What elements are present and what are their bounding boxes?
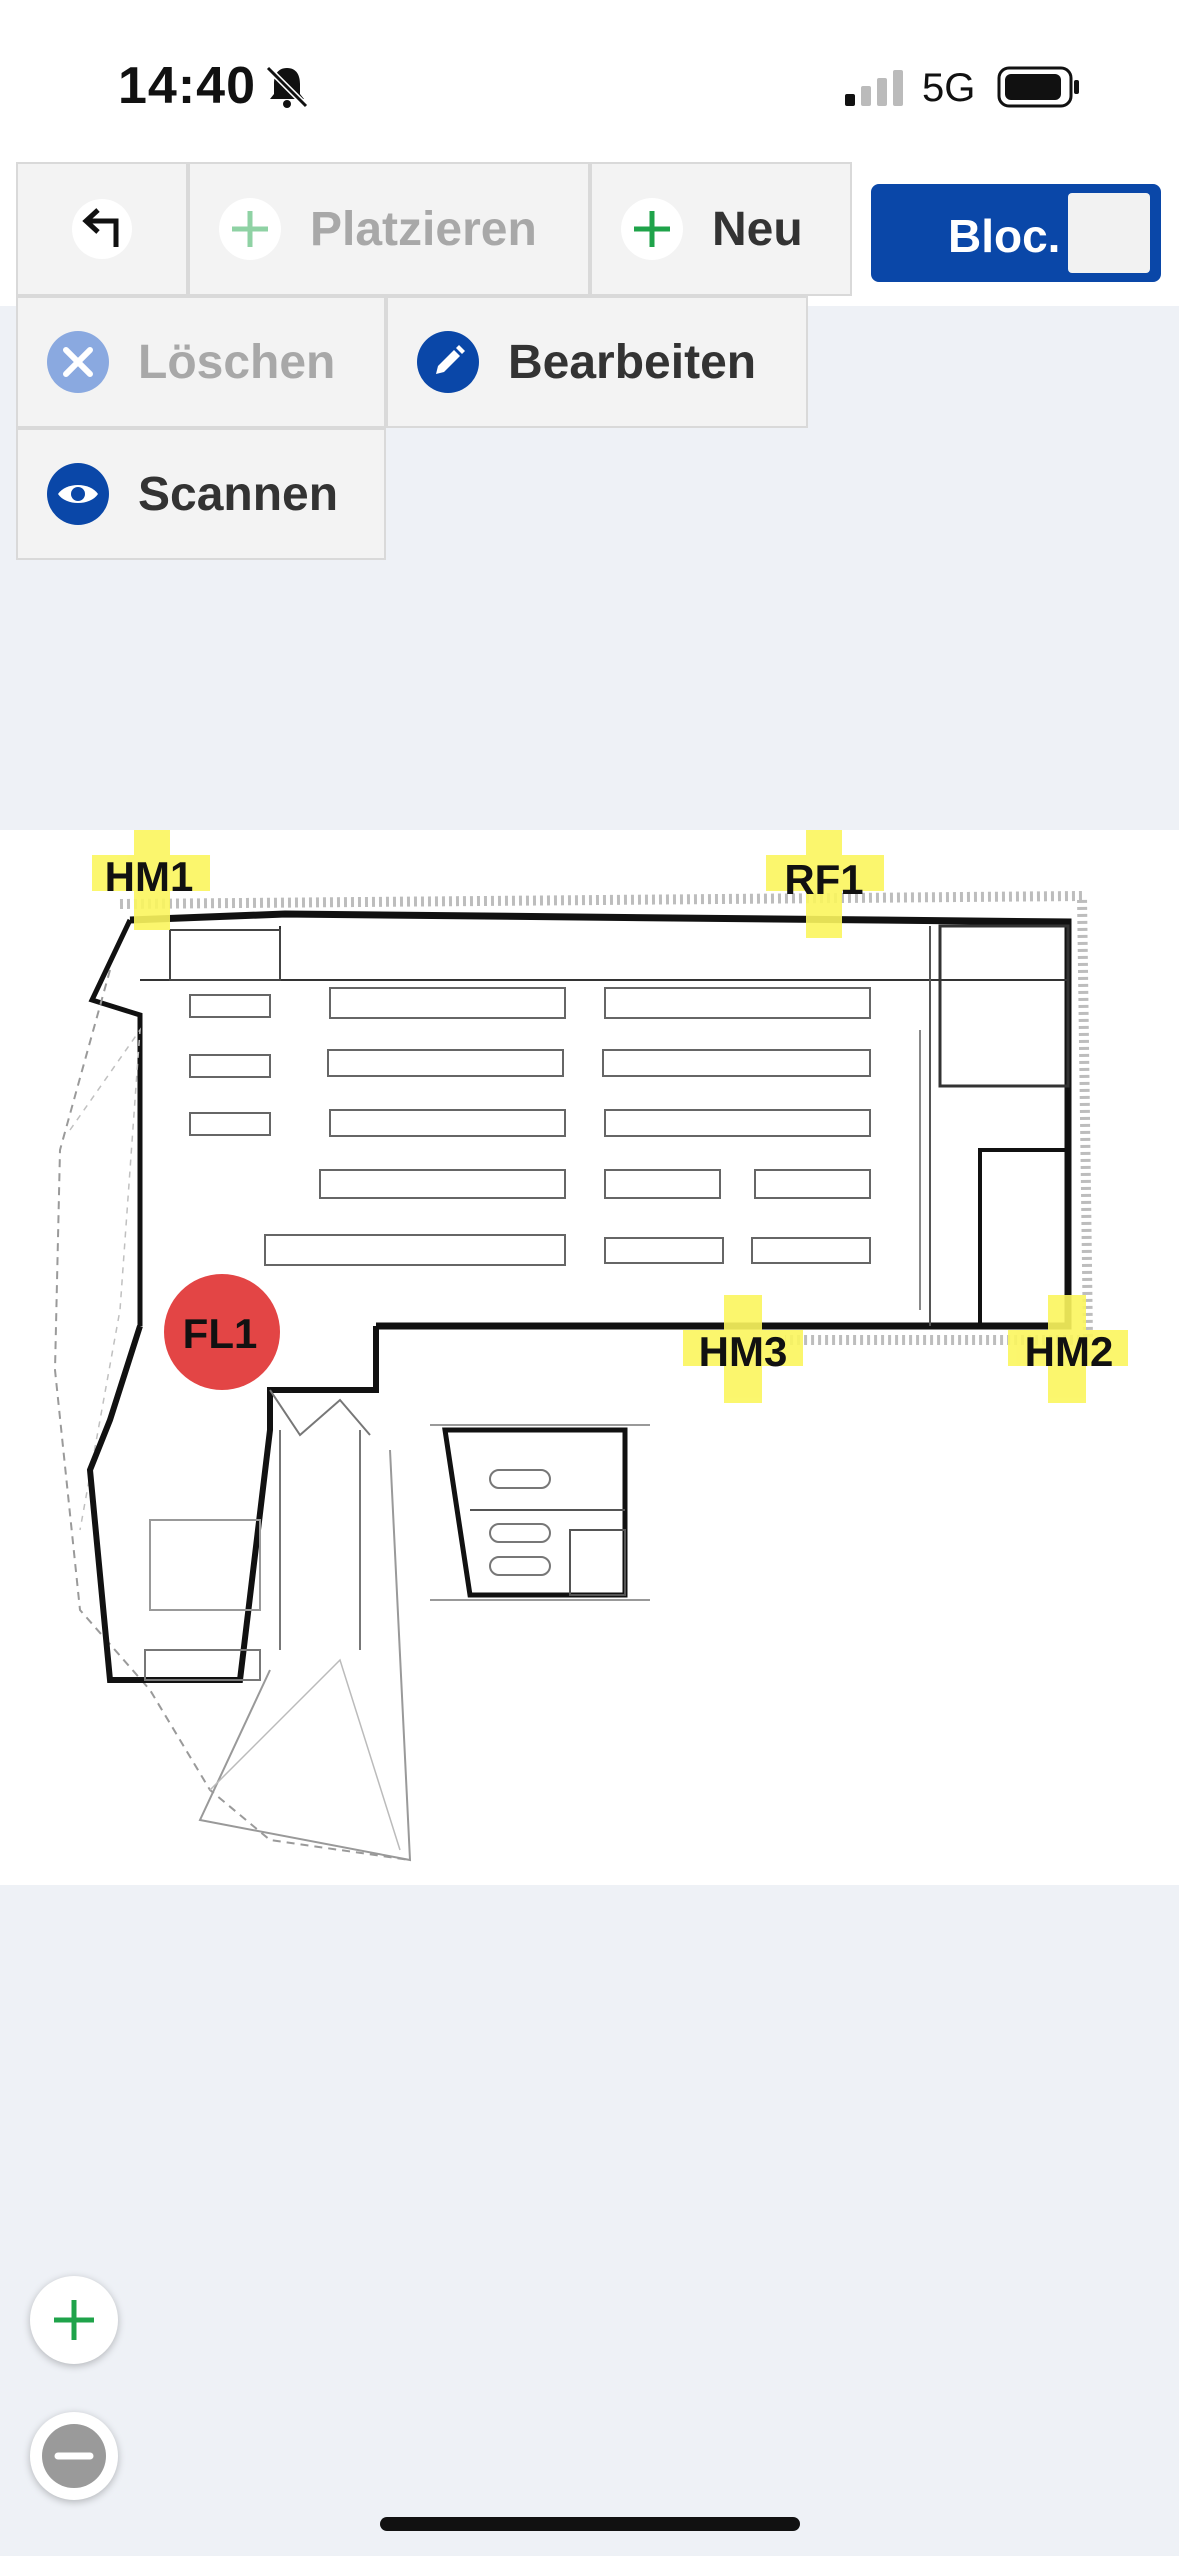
place-button-label: Platzieren bbox=[310, 202, 537, 256]
signal-icon bbox=[845, 70, 903, 106]
status-bar: 14:40 5G bbox=[0, 0, 1179, 162]
bloc-toggle-label: Bloc. bbox=[948, 210, 1061, 262]
eye-icon bbox=[47, 463, 109, 525]
network-label: 5G bbox=[922, 66, 976, 110]
pencil-icon bbox=[417, 331, 479, 393]
x-circle-icon bbox=[47, 331, 109, 393]
back-button[interactable] bbox=[16, 162, 188, 296]
scan-button[interactable]: Scannen bbox=[16, 428, 386, 560]
plus-icon bbox=[54, 2300, 94, 2340]
minus-icon bbox=[42, 2424, 106, 2488]
status-time: 14:40 bbox=[118, 57, 256, 115]
battery-icon bbox=[997, 66, 1079, 108]
home-indicator[interactable] bbox=[380, 2517, 800, 2531]
bell-off-icon bbox=[265, 65, 309, 109]
scan-button-label: Scannen bbox=[138, 467, 339, 521]
new-button[interactable]: Neu bbox=[590, 162, 852, 296]
edit-button-label: Bearbeiten bbox=[508, 335, 757, 389]
bloc-toggle[interactable]: Bloc. bbox=[871, 184, 1161, 282]
marker-label-fl1[interactable]: FL1 bbox=[183, 1310, 258, 1358]
place-button[interactable]: Platzieren bbox=[188, 162, 590, 296]
floor-plan-drawing bbox=[53, 830, 1128, 1862]
zoom-out-button[interactable] bbox=[30, 2412, 118, 2500]
plus-icon bbox=[621, 198, 683, 260]
toggle-knob bbox=[1068, 193, 1150, 273]
delete-button[interactable]: Löschen bbox=[16, 296, 386, 428]
marker-label-hm3[interactable]: HM3 bbox=[699, 1328, 788, 1376]
floor-plan[interactable]: HM1 RF1 HM3 HM2 FL1 bbox=[0, 830, 1179, 1885]
marker-label-hm2[interactable]: HM2 bbox=[1025, 1328, 1114, 1376]
delete-button-label: Löschen bbox=[138, 335, 336, 389]
back-arrow-icon bbox=[72, 199, 132, 259]
marker-label-rf1[interactable]: RF1 bbox=[784, 856, 863, 904]
plus-icon bbox=[219, 198, 281, 260]
new-button-label: Neu bbox=[712, 202, 803, 256]
edit-button[interactable]: Bearbeiten bbox=[386, 296, 808, 428]
zoom-in-button[interactable] bbox=[30, 2276, 118, 2364]
marker-label-hm1[interactable]: HM1 bbox=[105, 853, 194, 901]
